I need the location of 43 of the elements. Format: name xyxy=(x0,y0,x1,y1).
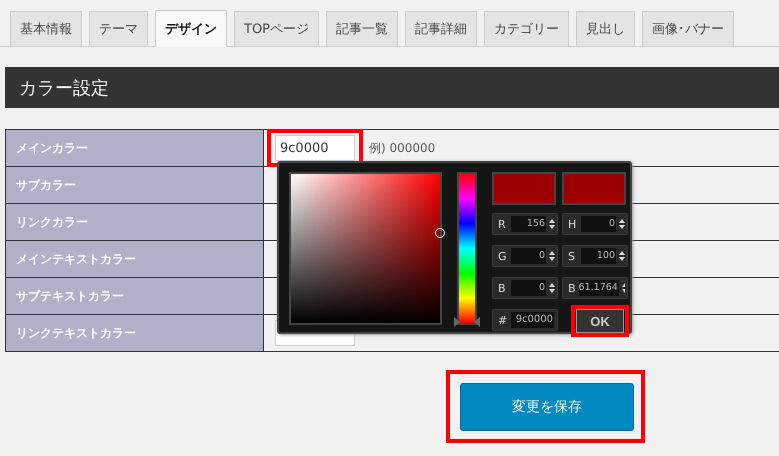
field-label: B xyxy=(568,282,576,294)
save-button[interactable]: 変更を保存 xyxy=(460,383,634,431)
number-field[interactable]: 0 xyxy=(511,248,546,264)
field-label: H xyxy=(568,218,578,230)
ok-button[interactable]: OK xyxy=(576,309,624,333)
row-label: サブテキストカラー xyxy=(6,278,264,314)
row-label: メインテキストカラー xyxy=(6,240,264,278)
row-label: リンクテキストカラー xyxy=(6,314,264,352)
color-input-field[interactable]: 9c0000 xyxy=(275,135,355,161)
field-label: R xyxy=(498,218,507,230)
spinner-icon[interactable] xyxy=(619,251,625,261)
field-label: # xyxy=(498,314,508,326)
number-field[interactable]: 61.1764 xyxy=(578,280,619,296)
tab[interactable]: 画像･バナー xyxy=(642,11,734,46)
number-field[interactable]: 100 xyxy=(581,248,616,264)
tab[interactable]: カテゴリー xyxy=(484,11,570,46)
spinner-icon[interactable] xyxy=(549,219,555,229)
picker-cursor-icon[interactable] xyxy=(435,228,445,238)
row-label: サブカラー xyxy=(6,166,264,204)
row-label: リンクカラー xyxy=(6,204,264,240)
spinner-icon[interactable] xyxy=(619,219,625,229)
saturation-value-area[interactable] xyxy=(289,172,442,325)
number-field[interactable]: 156 xyxy=(511,216,546,232)
field-label: G xyxy=(498,250,508,262)
field-label: B xyxy=(498,282,507,294)
number-field[interactable]: 0 xyxy=(511,280,546,296)
section-title: カラー設定 xyxy=(19,76,109,100)
spinner-icon[interactable] xyxy=(549,283,555,293)
hex-field[interactable]: 9c0000 xyxy=(511,312,554,328)
tab[interactable]: 基本情報 xyxy=(10,11,82,46)
example-text: 例) 000000 xyxy=(369,140,436,156)
tab[interactable]: 記事一覧 xyxy=(326,11,398,46)
tab[interactable]: 記事詳細 xyxy=(405,11,478,46)
tab[interactable]: 見出し xyxy=(576,11,636,46)
hue-handle-icon[interactable] xyxy=(454,317,480,327)
tab[interactable]: テーマ xyxy=(89,11,148,46)
spinner-icon[interactable] xyxy=(622,283,625,293)
tab[interactable]: TOPページ xyxy=(234,11,320,46)
field-label: S xyxy=(568,250,576,262)
row-label: メインカラー xyxy=(6,130,264,166)
spinner-icon[interactable] xyxy=(549,251,555,261)
number-field[interactable]: 0 xyxy=(581,216,616,232)
tab[interactable]: デザイン xyxy=(155,10,227,47)
